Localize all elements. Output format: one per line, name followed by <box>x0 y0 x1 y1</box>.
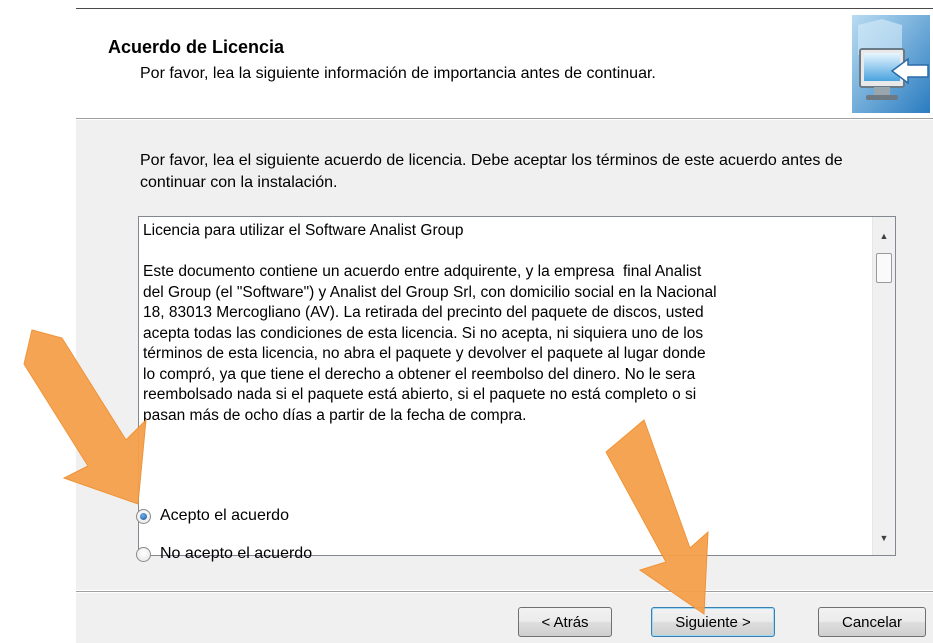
license-heading: Licencia para utilizar el Software Anali… <box>143 222 464 239</box>
wizard-body: Por favor, lea el siguiente acuerdo de l… <box>76 120 933 590</box>
decline-option[interactable]: No acepto el acuerdo <box>136 544 312 564</box>
next-button[interactable]: Siguiente > <box>651 607 775 637</box>
page-subtitle: Por favor, lea la siguiente información … <box>140 65 656 82</box>
license-body: Este documento contiene un acuerdo entre… <box>143 263 717 424</box>
setup-computer-icon <box>852 15 930 113</box>
instructions-text: Por favor, lea el siguiente acuerdo de l… <box>140 152 843 191</box>
scroll-down-arrow-icon[interactable]: ▼ <box>873 527 895 549</box>
accept-option-label[interactable]: Acepto el acuerdo <box>160 507 289 525</box>
accept-radio-button[interactable] <box>136 508 151 524</box>
page-title: Acuerdo de Licencia <box>108 37 285 57</box>
license-textbox[interactable]: Licencia para utilizar el Software Anali… <box>138 216 896 556</box>
scroll-up-arrow-icon[interactable]: ▲ <box>873 225 895 247</box>
wizard-footer: < Atrás Siguiente > Cancelar <box>76 593 933 643</box>
cancel-button[interactable]: Cancelar <box>818 607 926 637</box>
back-button[interactable]: < Atrás <box>518 607 612 637</box>
license-content: Licencia para utilizar el Software Anali… <box>143 221 853 426</box>
decline-option-label[interactable]: No acepto el acuerdo <box>160 545 312 563</box>
license-scrollbar[interactable]: ▲ ▼ <box>872 217 895 555</box>
decline-radio-button[interactable] <box>136 546 151 562</box>
accept-option[interactable]: Acepto el acuerdo <box>136 506 289 526</box>
installer-window: Acuerdo de Licencia Por favor, lea la si… <box>76 8 933 643</box>
scroll-thumb[interactable] <box>876 253 892 283</box>
wizard-header: Acuerdo de Licencia Por favor, lea la si… <box>76 9 933 117</box>
